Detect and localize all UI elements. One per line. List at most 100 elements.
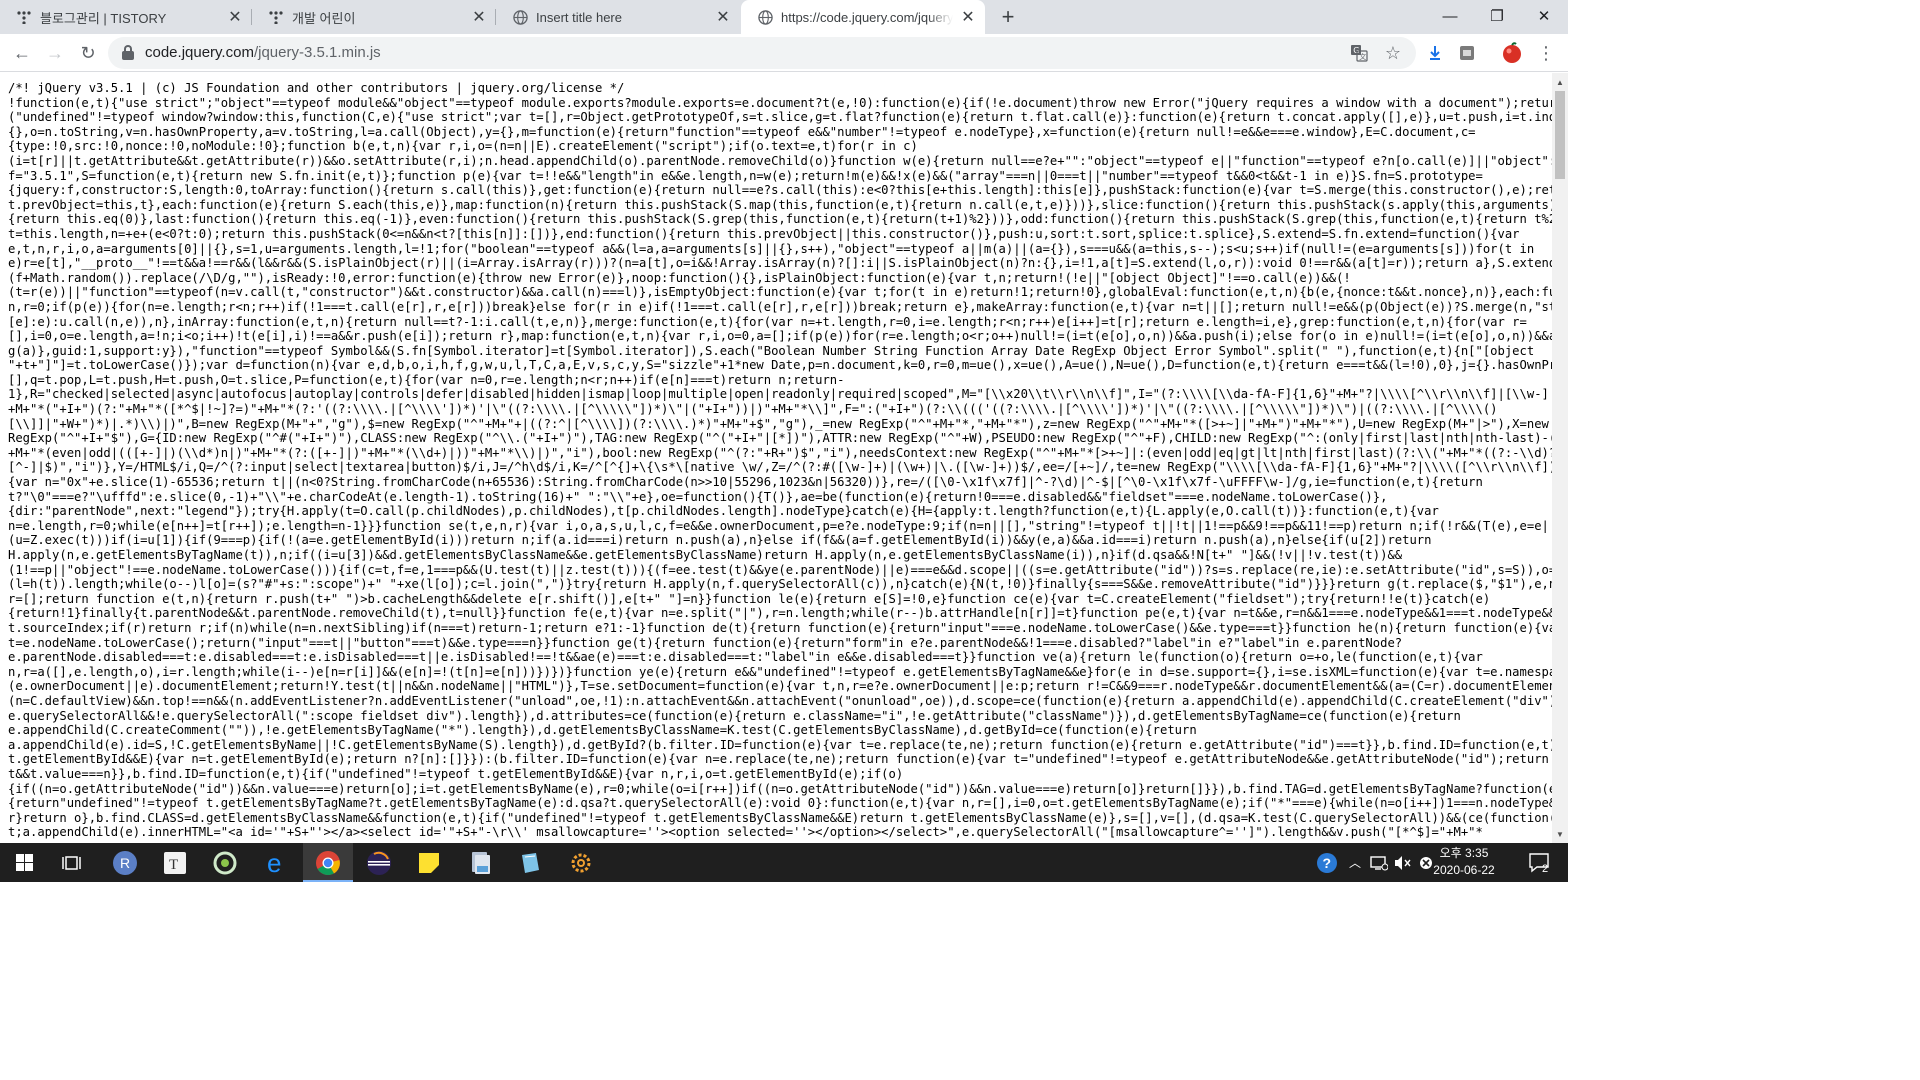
source-line: t=this.length,n=+e+(e<0?t:0);return this… xyxy=(8,226,1520,241)
svg-text:e: e xyxy=(267,850,281,876)
source-line: +M+"*(even|odd|(([+-]|)(\\d*)n|)"+M+"*(?… xyxy=(8,445,1552,460)
network-icon[interactable] xyxy=(1368,843,1390,882)
source-line: f="3.5.1",S=function(e,t){return new S.f… xyxy=(8,168,1483,183)
maximize-button[interactable]: ❐ xyxy=(1474,0,1520,32)
source-line: !function(e,t){"use strict";"object"==ty… xyxy=(8,95,1552,110)
source-line: H.apply(n,e.getElementsByTagName(t)),n;i… xyxy=(8,548,1403,562)
translate-icon[interactable]: G文 xyxy=(1348,42,1370,64)
green-app-icon xyxy=(213,851,237,874)
browser-window: 블로그관리 | TISTORY ✕ 개발 어린이 ✕ Insert title … xyxy=(0,0,1568,882)
taskbar-app-eclipse[interactable] xyxy=(354,843,404,882)
url-text[interactable]: code.jquery.com/jquery-3.5.1.min.js xyxy=(145,44,381,61)
taskbar-app-settings[interactable] xyxy=(556,843,606,882)
source-line: (u=Z.exec(t)))if(i=u[1]){if(9===p){if(!(… xyxy=(8,533,1432,548)
close-tab-icon[interactable]: ✕ xyxy=(470,8,488,26)
source-line: +M+"*("+I+")(?:"+M+"*([*^$|!~]?=)"+M+"*(… xyxy=(8,402,1498,417)
close-tab-icon[interactable]: ✕ xyxy=(959,8,977,26)
source-line: {jquery:f,constructor:S,length:0,toArray… xyxy=(8,183,1552,198)
edge-icon: e xyxy=(267,850,281,876)
globe-icon xyxy=(512,9,528,25)
close-window-button[interactable]: ✕ xyxy=(1521,0,1567,32)
source-line: t?"\0"===e?"\ufffd":e.slice(0,-1)+"\\"+e… xyxy=(8,489,1388,504)
taskbar-app-edge[interactable]: e xyxy=(252,843,302,882)
source-line: e.appendChild(C.createComment("")),!e.ge… xyxy=(8,723,1197,738)
source-line: [\\]]|"+W+")*)|.*)\\)|)",B=new RegExp(M+… xyxy=(8,416,1552,431)
scroll-up-arrow[interactable]: ▲ xyxy=(1552,74,1568,90)
download-extension-icon[interactable] xyxy=(1422,40,1448,66)
source-line: (l=h(t)).length;while(o--)l[o]=(s?"#"+s:… xyxy=(8,577,1552,592)
javascript-source-text: /*! jQuery v3.5.1 | (c) JS Foundation an… xyxy=(8,81,1552,840)
source-line: {return"undefined"!=typeof t.getElements… xyxy=(8,796,1552,811)
source-line: t=e.nodeName.toLowerCase();return("input… xyxy=(8,635,1403,650)
tab-strip: 블로그관리 | TISTORY ✕ 개발 어린이 ✕ Insert title … xyxy=(0,0,1568,34)
source-line: (n=C.defaultView)&&n.top!==n&&(n.addEven… xyxy=(8,693,1552,708)
clock-date: 2020-06-22 xyxy=(1433,863,1495,877)
tab-tistory-admin[interactable]: 블로그관리 | TISTORY ✕ xyxy=(0,0,252,34)
taskbar-app-files[interactable] xyxy=(455,843,505,882)
source-line: (f+Math.random()).replace(/\D/g,""),isRe… xyxy=(8,270,1351,285)
back-button[interactable]: ← xyxy=(7,38,37,68)
new-tab-button[interactable]: + xyxy=(994,3,1022,31)
source-line: RegExp("^"+I+"$"),G={ID:new RegExp("^#("… xyxy=(8,431,1552,446)
source-line: r}return o},b.find.CLASS=d.getElementsBy… xyxy=(8,810,1552,825)
vertical-scrollbar[interactable]: ▲ ▼ xyxy=(1552,73,1568,843)
source-line: e)r=e[t],"__proto__"!==t&&a!==r&&(l&&r&&… xyxy=(8,256,1552,271)
source-line: n,r=a([],e.length,o),i=r.length;while(i-… xyxy=(8,664,1552,679)
source-line: t.sourceIndex;if(r)return r;if(n)while(n… xyxy=(8,620,1552,635)
show-hidden-icons-button[interactable]: ︿ xyxy=(1344,843,1366,882)
source-line: {return!1}finally{t.parentNode&&t.parent… xyxy=(8,606,1552,621)
taskbar-app-green[interactable] xyxy=(200,843,250,882)
windows-taskbar: R T e ? ︿ 오후 3:35 2020-06-22 2 xyxy=(0,843,1568,882)
tab-dev-child[interactable]: 개발 어린이 ✕ xyxy=(252,0,496,34)
extension-icon[interactable] xyxy=(1454,40,1480,66)
source-line: 1},R="checked|selected|async|autofocus|a… xyxy=(8,387,1552,402)
source-line: e,t,n,r,i,o,a=arguments[0]||{},s=1,u=arg… xyxy=(8,241,1535,256)
close-tab-icon[interactable]: ✕ xyxy=(714,8,732,26)
tab-title: 블로그관리 | TISTORY xyxy=(40,10,167,26)
typora-icon: T xyxy=(164,851,186,874)
windows-logo-icon xyxy=(15,854,33,871)
taskbar-app-notes[interactable] xyxy=(505,843,555,882)
source-line: t&&t.value===n}},b.find.ID=function(e,t)… xyxy=(8,766,904,781)
source-line: n,r=0;if(p(e)){for(n=e.length;r<n;r++)if… xyxy=(8,299,1552,314)
forward-button[interactable]: → xyxy=(40,38,70,68)
source-line: ("undefined"!=typeof window?window:this,… xyxy=(8,110,1552,125)
taskbar-app-r[interactable]: R xyxy=(100,843,150,882)
star-icon[interactable]: ☆ xyxy=(1382,42,1404,64)
tab-insert-title[interactable]: Insert title here ✕ xyxy=(496,0,740,34)
task-view-button[interactable] xyxy=(48,843,98,882)
system-clock[interactable]: 오후 3:35 2020-06-22 xyxy=(1428,845,1500,879)
reload-button[interactable]: ↻ xyxy=(73,38,103,68)
chrome-icon xyxy=(316,850,340,875)
close-tab-icon[interactable]: ✕ xyxy=(226,8,244,26)
source-line: t;a.appendChild(e).innerHTML="<a id='"+S… xyxy=(8,825,1483,840)
source-line: (t=r(e))||"function"==typeof(n=v.call(t,… xyxy=(8,285,1552,300)
source-line: (e.ownerDocument||e).documentElement;ret… xyxy=(8,679,1552,694)
address-bar[interactable]: code.jquery.com/jquery-3.5.1.min.js G文 ☆ xyxy=(108,37,1416,69)
help-icon[interactable]: ? xyxy=(1314,843,1340,882)
clock-time: 오후 3:35 xyxy=(1439,846,1489,860)
task-view-icon xyxy=(62,855,81,870)
source-line: {type:!0,src:!0,nonce:!0,noModule:!0};fu… xyxy=(8,139,918,154)
taskbar-app-chrome[interactable] xyxy=(303,843,353,882)
scrollbar-thumb[interactable] xyxy=(1555,91,1565,179)
source-line: /*! jQuery v3.5.1 | (c) JS Foundation an… xyxy=(8,81,625,95)
source-line: n=e.length,r=0;while(e[n++]=t[r++]);e.le… xyxy=(8,518,1552,533)
action-center-button[interactable]: 2 xyxy=(1520,843,1560,882)
tab-jquery-source[interactable]: https://code.jquery.com/jquery-3.5.1.min… xyxy=(741,0,985,34)
source-line: a.appendChild(e).id=S,!C.getElementsByNa… xyxy=(8,737,1552,752)
taskbar-app-sticky-notes[interactable] xyxy=(404,843,454,882)
minimize-button[interactable]: — xyxy=(1427,0,1473,32)
taskbar-app-typora[interactable]: T xyxy=(150,843,200,882)
scroll-down-arrow[interactable]: ▼ xyxy=(1552,826,1568,842)
profile-avatar[interactable] xyxy=(1499,40,1525,66)
sticky-notes-icon xyxy=(419,852,439,873)
browser-menu-button[interactable]: ⋮ xyxy=(1531,38,1561,68)
source-line: (1!==p||"object"!==e.nodeName.toLowerCas… xyxy=(8,562,1552,577)
tab-title: https://code.jquery.com/jquery-3.5.1.min… xyxy=(781,9,953,25)
volume-muted-icon[interactable] xyxy=(1392,843,1414,882)
source-line: {dir:"parentNode",next:"legend"});try{H.… xyxy=(8,504,1439,519)
lock-icon[interactable] xyxy=(122,45,134,60)
page-content: /*! jQuery v3.5.1 | (c) JS Foundation an… xyxy=(0,73,1552,843)
start-button[interactable] xyxy=(0,843,48,882)
